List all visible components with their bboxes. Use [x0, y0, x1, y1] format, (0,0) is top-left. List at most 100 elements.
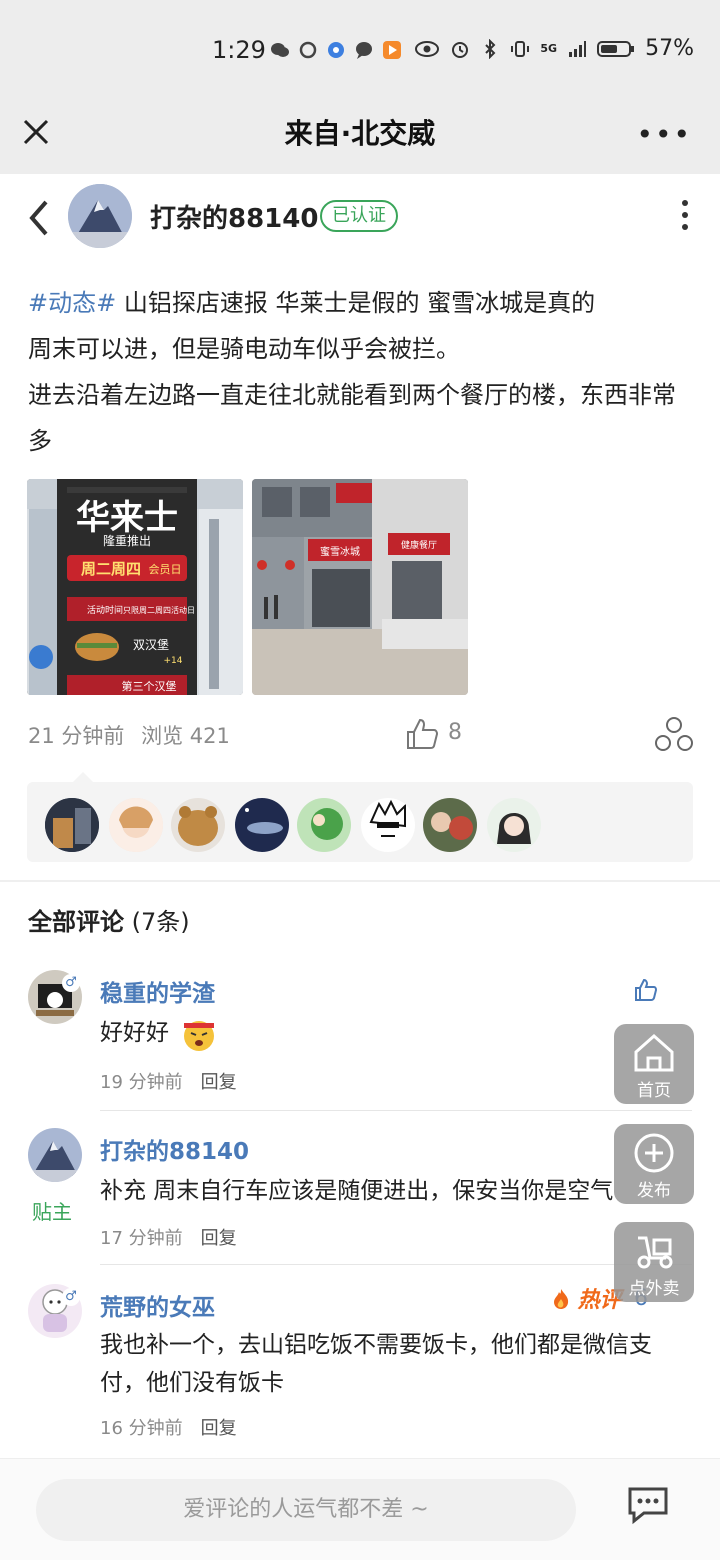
home-icon [634, 1033, 674, 1072]
poster-item-1: 双汉堡 [133, 637, 169, 652]
building-photo-image: 蜜雪冰城 健康餐厅 [252, 479, 468, 695]
liker-avatar[interactable] [235, 798, 289, 852]
gender-male-icon: ♂ [62, 1288, 80, 1306]
takeout-fab-button[interactable]: 点外卖 [614, 1222, 694, 1302]
browser-icon [328, 42, 344, 58]
flame-icon [554, 1289, 569, 1309]
comments-count: (7条) [131, 908, 190, 936]
liker-avatar-image [487, 798, 541, 852]
liker-avatar[interactable] [109, 798, 163, 852]
poster-promo: 周二周四 [81, 560, 141, 578]
poster-activity: 活动时间 [87, 604, 123, 616]
author-name[interactable]: 打杂的88140 [150, 198, 318, 235]
plus-circle-icon [634, 1133, 674, 1173]
back-arrow-icon[interactable] [24, 198, 54, 238]
restaurant-poster-image: 华来士 隆重推出 周二周四 会员日 活动时间 只限周二周四活动日 双汉堡 +14… [27, 479, 243, 695]
comment-input[interactable]: 爱评论的人运气都不差 ~ [36, 1479, 576, 1541]
liker-avatar-image [423, 798, 477, 852]
post-image-1[interactable]: 华来士 隆重推出 周二周四 会员日 活动时间 只限周二周四活动日 双汉堡 +14… [27, 479, 243, 695]
post-options-icon[interactable] [680, 200, 690, 234]
comment-separator [100, 1110, 692, 1111]
liker-avatar[interactable] [45, 798, 99, 852]
post-line-2: 周末可以进，但是骑电动车似乎会被拦。 [28, 335, 460, 363]
liker-avatar-image [361, 798, 415, 852]
mountain-avatar-image [28, 1128, 82, 1182]
hot-comment-badge: 热评 [552, 1282, 622, 1314]
post-views: 浏览 421 [141, 724, 230, 748]
post-line-3: 进去沿着左边路一直走往北就能看到两个餐厅的楼，东西非常多 [28, 381, 676, 455]
comment-like-icon[interactable] [634, 978, 658, 1002]
status-system-icons: 5G 57% [414, 36, 694, 61]
post-line-1: 山铝探店速报 华莱士是假的 蜜雪冰城是真的 [116, 289, 596, 317]
like-count: 8 [448, 720, 462, 745]
author-avatar[interactable] [68, 184, 132, 248]
comment-author[interactable]: 打杂的88140 [100, 1132, 249, 1166]
comment-time: 17 分钟前 [100, 1228, 183, 1249]
signal-icon [569, 40, 587, 57]
comment-meta: 19 分钟前 回复 [100, 1068, 237, 1094]
comments-label: 全部评论 [28, 908, 124, 936]
poster-item-2: 第三个汉堡 [122, 679, 177, 693]
chat-bubble-icon[interactable] [626, 1485, 670, 1525]
alarm-icon [452, 41, 469, 58]
vibrate-icon [511, 40, 530, 57]
gender-male-icon: ♂ [62, 974, 80, 992]
signal-label: 5G [540, 42, 558, 55]
status-notification-icons [270, 40, 402, 60]
video-icon [383, 41, 401, 59]
comments-header: 全部评论 (7条) [28, 902, 190, 937]
comment-separator [100, 1264, 692, 1265]
publish-fab-label: 发布 [637, 1181, 671, 1201]
post-time: 21 分钟前 [28, 724, 125, 748]
liker-avatar-image [45, 798, 99, 852]
likers-panel [27, 772, 693, 862]
comment-avatar[interactable] [28, 1128, 82, 1182]
reply-button[interactable]: 回复 [201, 1072, 237, 1093]
circle-icon [299, 41, 317, 59]
section-divider [0, 880, 720, 882]
more-menu-button[interactable]: ••• [636, 118, 692, 151]
status-time: 1:29 [212, 36, 266, 64]
store-sign-1: 蜜雪冰城 [320, 545, 360, 558]
status-bar: 1:29 5G 57% [0, 0, 720, 100]
liker-avatar[interactable] [423, 798, 477, 852]
comment-author[interactable]: 稳重的学渣 [100, 974, 215, 1008]
eye-icon [415, 40, 440, 57]
comment-text-content: 好好好 [100, 1020, 169, 1046]
verified-badge: 已认证 [320, 200, 398, 232]
store-sign-2: 健康餐厅 [401, 539, 437, 551]
message-icon [356, 42, 372, 59]
page-title: 来自·北交威 [284, 117, 436, 150]
post-image-2[interactable]: 蜜雪冰城 健康餐厅 [252, 479, 468, 695]
post-content: #动态# 山铝探店速报 华莱士是假的 蜜雪冰城是真的 周末可以进，但是骑电动车似… [28, 280, 692, 464]
publish-fab-button[interactable]: 发布 [614, 1124, 694, 1204]
poster-title: 华来士 [76, 498, 178, 538]
thumbs-up-icon[interactable] [404, 716, 440, 752]
comment-text: 好好好 [100, 1014, 680, 1053]
home-fab-button[interactable]: 首页 [614, 1024, 694, 1104]
liker-avatar[interactable] [297, 798, 351, 852]
hashtag-link[interactable]: #动态# [28, 289, 116, 317]
wechat-icon [271, 43, 289, 57]
scooter-icon [637, 1236, 673, 1269]
bluetooth-icon [485, 38, 496, 59]
reply-button[interactable]: 回复 [201, 1228, 237, 1249]
liker-avatar[interactable] [171, 798, 225, 852]
angry-emoji-icon [184, 1020, 215, 1051]
comment-author[interactable]: 荒野的女巫 [100, 1288, 215, 1322]
reply-button[interactable]: 回复 [201, 1418, 237, 1439]
liker-avatar[interactable] [487, 798, 541, 852]
battery-icon [597, 40, 635, 57]
comment-time: 19 分钟前 [100, 1072, 183, 1093]
post-meta: 21 分钟前 浏览 421 [28, 720, 230, 750]
liker-avatar-image [109, 798, 163, 852]
title-bar: 来自·北交威 ••• [0, 100, 720, 174]
takeout-fab-label: 点外卖 [628, 1279, 680, 1299]
liker-avatar-image [297, 798, 351, 852]
poster-item-1-tag: +14 [164, 656, 183, 666]
battery-percent: 57% [645, 36, 694, 61]
share-icon[interactable] [654, 716, 694, 752]
liker-avatar[interactable] [361, 798, 415, 852]
mountain-avatar-image [68, 184, 132, 248]
home-fab-label: 首页 [637, 1081, 671, 1101]
